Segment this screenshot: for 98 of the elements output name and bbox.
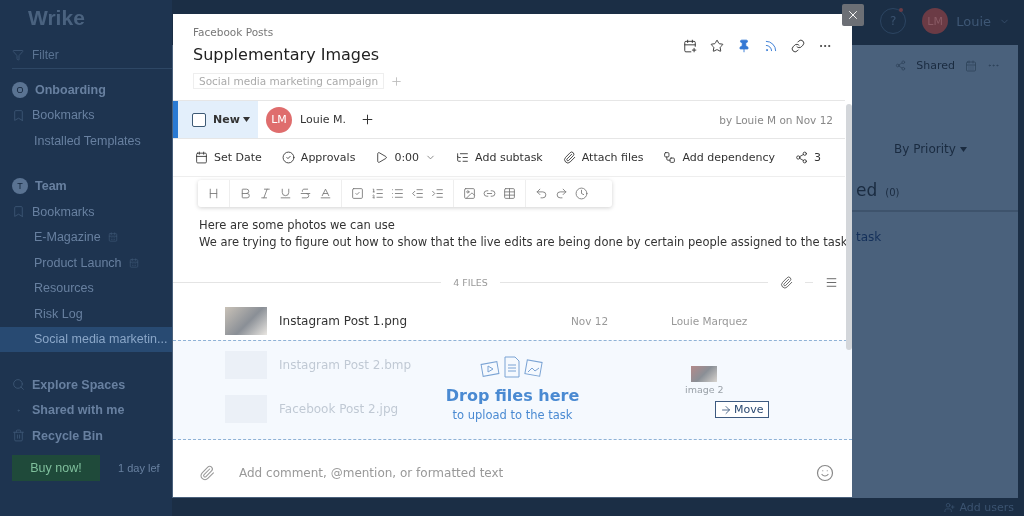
- space-name[interactable]: Team: [35, 179, 67, 194]
- arrow-right-icon: [720, 403, 732, 416]
- author-info: by Louie M on Nov 12: [719, 113, 834, 126]
- numbered-list-icon[interactable]: [371, 186, 384, 200]
- action-button[interactable]: 3: [795, 150, 821, 164]
- undo-icon[interactable]: [535, 186, 548, 200]
- close-button[interactable]: [842, 4, 864, 26]
- star-icon[interactable]: [710, 39, 724, 53]
- image-thumbnail[interactable]: [225, 307, 267, 336]
- file-date: Nov 12: [571, 315, 609, 328]
- underline-icon[interactable]: [279, 186, 292, 200]
- dragged-file-name: image 2: [685, 384, 724, 396]
- task-title[interactable]: Supplementary Images: [193, 45, 683, 64]
- trash-icon: [12, 429, 25, 443]
- action-button[interactable]: Add subtask: [456, 150, 543, 164]
- outdent-icon[interactable]: [411, 186, 424, 200]
- breadcrumb[interactable]: Facebook Posts: [193, 26, 683, 38]
- dependency-icon: [663, 150, 677, 164]
- assignee-name[interactable]: Louie M.: [300, 113, 346, 127]
- pin-icon[interactable]: [737, 39, 751, 53]
- calendar-plus-icon[interactable]: [683, 39, 697, 53]
- file-types-icon: [479, 355, 546, 380]
- description-text: Here are some photos we can use: [199, 216, 396, 234]
- paperclip-icon[interactable]: [199, 465, 215, 482]
- files-count: 4 FILES: [453, 276, 488, 288]
- action-button[interactable]: Approvals: [281, 150, 356, 164]
- bold-icon[interactable]: [239, 186, 252, 200]
- shared-label[interactable]: Shared: [916, 59, 955, 72]
- clock-icon[interactable]: [575, 186, 588, 200]
- nav-item[interactable]: Shared with me: [0, 397, 172, 423]
- action-button[interactable]: Set Date: [195, 150, 262, 164]
- file-author: Louie Marquez: [671, 315, 748, 328]
- sidebar-item[interactable]: Bookmarks: [0, 102, 172, 128]
- assignee-avatar[interactable]: LM: [266, 106, 292, 133]
- table-icon[interactable]: [503, 186, 516, 200]
- close-icon: [846, 8, 860, 22]
- paperclip-icon[interactable]: [780, 275, 793, 289]
- group-count: (0): [885, 187, 900, 198]
- subtask-icon: [456, 150, 470, 164]
- drop-title: Drop files here: [445, 386, 580, 406]
- nav-item[interactable]: Recycle Bin: [0, 423, 172, 449]
- space-name[interactable]: Onboarding: [35, 82, 106, 97]
- search-icon: [12, 378, 25, 392]
- link-icon[interactable]: [791, 39, 805, 53]
- status-dropdown[interactable]: New: [213, 113, 250, 127]
- calendar-icon: [195, 150, 208, 164]
- sidebar-item[interactable]: Installed Templates: [0, 128, 172, 154]
- action-button[interactable]: Attach files: [562, 150, 644, 164]
- file-name[interactable]: Instagram Post 1.png: [279, 314, 408, 329]
- action-button[interactable]: 0:00: [375, 150, 437, 164]
- calendar-icon: [107, 232, 118, 243]
- image-icon[interactable]: [463, 186, 476, 200]
- check-circle-icon: [281, 150, 295, 164]
- play-icon: [375, 150, 389, 164]
- sidebar-item[interactable]: E-Magazine: [0, 224, 172, 250]
- checkbox-icon[interactable]: [351, 186, 364, 200]
- caret-icon: [959, 146, 967, 152]
- move-tooltip: Move: [715, 401, 769, 419]
- heading-icon[interactable]: [207, 186, 220, 200]
- paperclip-icon: [562, 150, 576, 164]
- trial-text: 1 day lef: [118, 461, 160, 474]
- nav-item[interactable]: Explore Spaces: [0, 372, 172, 398]
- share-icon: [895, 60, 907, 71]
- redo-icon[interactable]: [555, 186, 568, 200]
- space-avatar: T: [12, 178, 28, 195]
- description-text: We are trying to figure out how to show that the live edits are being done by certain people assigned to the task: [199, 233, 849, 251]
- text-color-icon[interactable]: [319, 186, 332, 200]
- share-icon: [795, 150, 808, 164]
- italic-icon[interactable]: [259, 186, 272, 200]
- drop-subtitle: to upload to the task: [452, 408, 573, 423]
- sidebar-item[interactable]: Resources: [0, 275, 172, 301]
- filter-field[interactable]: Filter: [32, 48, 59, 62]
- dragged-image-thumbnail: [691, 366, 718, 383]
- rss-icon[interactable]: [764, 39, 778, 53]
- plus-icon[interactable]: [359, 112, 375, 128]
- sort-dropdown[interactable]: By Priority: [894, 142, 967, 156]
- status-checkbox[interactable]: [192, 112, 206, 127]
- sidebar-item[interactable]: Product Launch: [0, 250, 172, 276]
- add-user-icon: [944, 501, 956, 513]
- smiley-icon[interactable]: [816, 464, 834, 483]
- bookmark-icon: [12, 205, 25, 219]
- calendar-icon: [128, 257, 139, 268]
- action-button[interactable]: Add dependency: [663, 150, 775, 164]
- indent-icon[interactable]: [431, 186, 444, 200]
- scrollbar[interactable]: [846, 104, 852, 350]
- bookmark-icon: [12, 108, 25, 122]
- bullet-list-icon[interactable]: [391, 186, 404, 200]
- space-avatar: O: [12, 81, 28, 98]
- folder-tag[interactable]: Social media marketing campaign: [193, 73, 385, 89]
- sidebar-item[interactable]: Bookmarks: [0, 199, 172, 225]
- filter-icon: [12, 49, 24, 61]
- strikethrough-icon[interactable]: [299, 186, 312, 200]
- group-title: ed: [856, 180, 878, 200]
- menu-icon[interactable]: [825, 275, 838, 289]
- sidebar-item[interactable]: Risk Log: [0, 301, 172, 327]
- buy-button[interactable]: Buy now!: [12, 454, 100, 481]
- caret-icon: [242, 117, 250, 123]
- sidebar-item[interactable]: Social media marketin...: [0, 326, 172, 352]
